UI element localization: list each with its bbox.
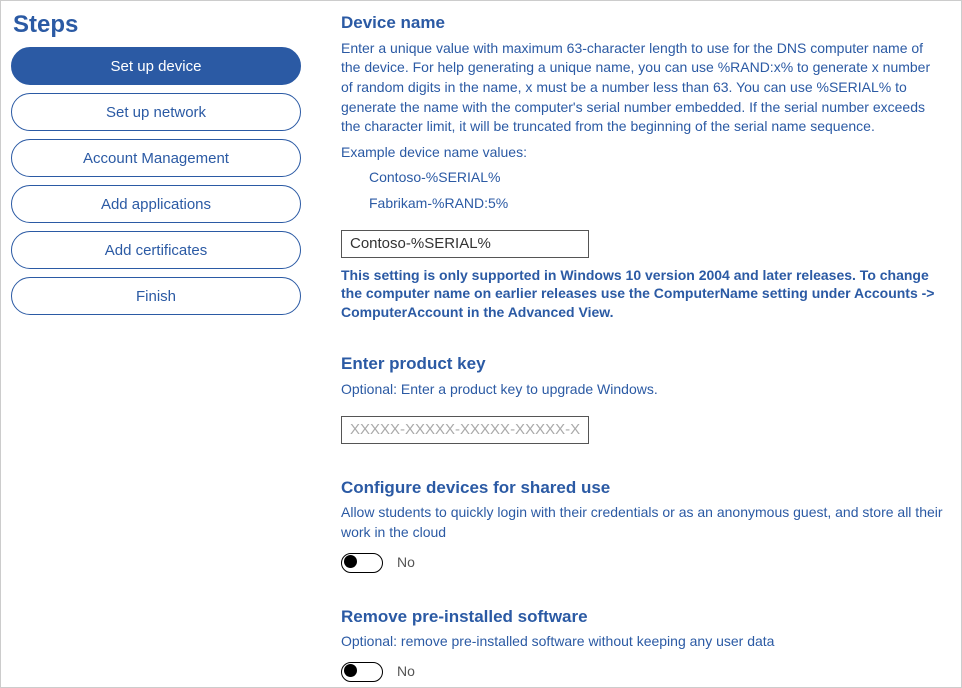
- shared-use-heading: Configure devices for shared use: [341, 476, 943, 500]
- step-add-applications[interactable]: Add applications: [11, 185, 301, 223]
- remove-software-toggle[interactable]: [341, 662, 383, 682]
- steps-sidebar: Steps Set up device Set up network Accou…: [11, 11, 331, 677]
- device-name-heading: Device name: [341, 11, 943, 35]
- shared-use-toggle-label: No: [397, 553, 415, 573]
- step-account-management[interactable]: Account Management: [11, 139, 301, 177]
- remove-software-toggle-label: No: [397, 662, 415, 682]
- remove-software-toggle-row: No: [341, 662, 943, 682]
- product-key-input[interactable]: [341, 416, 589, 444]
- step-set-up-network[interactable]: Set up network: [11, 93, 301, 131]
- device-name-description: Enter a unique value with maximum 63-cha…: [341, 39, 943, 137]
- remove-software-heading: Remove pre-installed software: [341, 605, 943, 629]
- device-name-example-2: Fabrikam-%RAND:5%: [369, 194, 943, 214]
- product-key-heading: Enter product key: [341, 352, 943, 376]
- shared-use-toggle[interactable]: [341, 553, 383, 573]
- step-finish[interactable]: Finish: [11, 277, 301, 315]
- step-add-certificates[interactable]: Add certificates: [11, 231, 301, 269]
- device-name-example-1: Contoso-%SERIAL%: [369, 168, 943, 188]
- shared-use-section: Configure devices for shared use Allow s…: [341, 476, 943, 573]
- remove-software-description: Optional: remove pre-installed software …: [341, 632, 943, 652]
- device-name-section: Device name Enter a unique value with ma…: [341, 11, 943, 322]
- shared-use-toggle-row: No: [341, 553, 943, 573]
- step-set-up-device[interactable]: Set up device: [11, 47, 301, 85]
- main-panel: Device name Enter a unique value with ma…: [331, 11, 943, 677]
- device-name-input[interactable]: [341, 230, 589, 258]
- shared-use-description: Allow students to quickly login with the…: [341, 503, 943, 542]
- device-name-note: This setting is only supported in Window…: [341, 266, 943, 323]
- device-name-example-label: Example device name values:: [341, 143, 943, 163]
- steps-heading: Steps: [11, 11, 301, 39]
- product-key-section: Enter product key Optional: Enter a prod…: [341, 352, 943, 443]
- product-key-description: Optional: Enter a product key to upgrade…: [341, 380, 943, 400]
- remove-software-section: Remove pre-installed software Optional: …: [341, 605, 943, 682]
